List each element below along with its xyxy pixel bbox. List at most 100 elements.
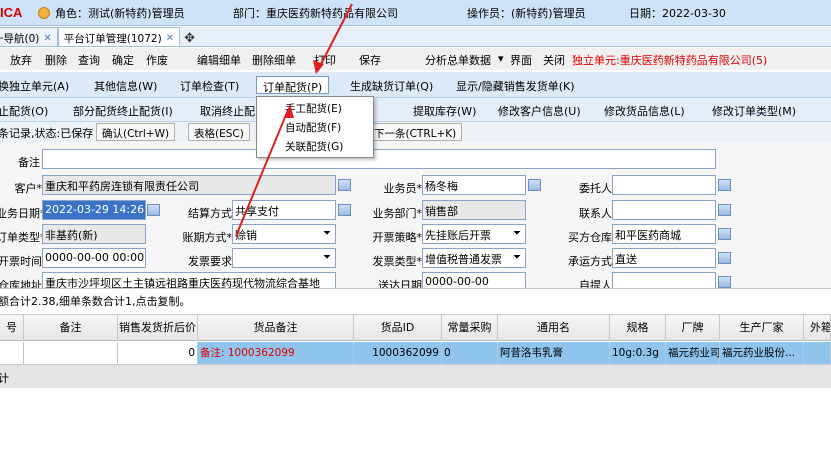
stop-allocate-button[interactable]: 止配货(O)	[0, 103, 48, 119]
generate-shortage-button[interactable]: 生成缺货订单(Q)	[350, 78, 433, 94]
cancel-stop-button[interactable]: 取消终止配	[200, 103, 255, 119]
lookup-icon[interactable]	[718, 204, 731, 216]
pickup-field[interactable]	[612, 272, 716, 288]
whaddr-field[interactable]: 重庆市沙坪坝区土主镇远祖路重庆医药现代物流综合基地	[42, 272, 336, 288]
edit-customer-button[interactable]: 修改客户信息(U)	[498, 103, 581, 119]
row-goods-id-cell[interactable]: 1000362099	[354, 342, 442, 364]
row-outer-box-cell[interactable]	[804, 342, 831, 364]
settle-field[interactable]: 共享支付	[232, 200, 336, 220]
bizdate-label: 业务日期*	[0, 207, 46, 220]
next-record-button[interactable]: 下一条(CTRL+K)	[368, 123, 463, 141]
row-spec-cell[interactable]: 10g:0.3g	[610, 342, 666, 364]
extract-stock-button[interactable]: 提取库存(W)	[413, 103, 476, 119]
col-header-goods-id[interactable]: 货品ID	[354, 315, 442, 341]
discard-button[interactable]: 放弃	[10, 52, 32, 68]
row-brand-cell[interactable]: 福元药业司	[666, 342, 720, 364]
logo: ICA	[0, 5, 23, 20]
tab-platform-order[interactable]: 平台订单管理(1072) ✕	[57, 27, 181, 46]
close-icon[interactable]: ✕	[166, 33, 174, 44]
table-esc-button[interactable]: 表格(ESC)	[188, 123, 250, 141]
row-price-cell[interactable]: 0	[118, 342, 198, 364]
col-header-generic-name[interactable]: 通用名	[498, 315, 610, 341]
chevron-down-icon[interactable]: ▾	[498, 52, 504, 65]
allocate-popup-menu: 手工配货(E) 自动配货(F) 关联配货(G)	[256, 96, 374, 158]
unit-label: 独立单元:重庆医药新特药品有限公司(5)	[572, 54, 768, 67]
col-header-no[interactable]: 号	[0, 315, 24, 341]
void-button[interactable]: 作废	[146, 52, 168, 68]
lookup-icon[interactable]	[718, 228, 731, 240]
summary-text[interactable]: 额合计2.38,细单条数合计1,点击复制。	[0, 295, 190, 308]
confirm-button[interactable]: 确定	[112, 52, 134, 68]
delete-detail-button[interactable]: 删除细单	[252, 52, 296, 68]
table-row[interactable]: 0 备注: 1000362099 1000362099 0 阿昔洛韦乳膏 10g…	[0, 342, 831, 364]
entrust-field[interactable]	[612, 175, 716, 195]
calendar-icon[interactable]	[147, 204, 160, 216]
col-header-goods-remark[interactable]: 货品备注	[198, 315, 354, 341]
col-header-spec[interactable]: 规格	[610, 315, 666, 341]
dropdown-arrow-icon[interactable]: ⏷	[320, 250, 334, 266]
save-button[interactable]: 保存	[359, 52, 381, 68]
order-check-button[interactable]: 订单检查(T)	[180, 78, 239, 94]
analyze-button[interactable]: 分析总单数据	[425, 52, 491, 68]
col-header-brand[interactable]: 厂牌	[666, 315, 720, 341]
transport-field[interactable]: 直送	[612, 248, 716, 268]
tab-navigation[interactable]: 一导航(0) ✕	[0, 27, 58, 46]
col-header-outer-box[interactable]: 外箱	[804, 315, 831, 341]
close-button[interactable]: 关闭	[543, 52, 565, 68]
toggle-delivery-button[interactable]: 显示/隐藏销售发货单(K)	[456, 78, 575, 94]
bizdept-label: 业务部门*	[372, 207, 423, 220]
add-tab-icon[interactable]: ✥	[184, 31, 195, 46]
col-header-remark[interactable]: 备注	[24, 315, 118, 341]
row-remark-cell[interactable]	[24, 342, 118, 364]
dropdown-arrow-icon[interactable]: ⏷	[510, 250, 524, 266]
partial-stop-button[interactable]: 部分配货终止配货(I)	[73, 103, 173, 119]
buyerwh-field[interactable]: 和平医药商城	[612, 224, 716, 244]
edit-order-type-button[interactable]: 修改订单类型(M)	[712, 103, 796, 119]
secondary-toolbar: 止配货(O) 部分配货终止配货(I) 取消终止配 提取库存(W) 修改客户信息(…	[0, 98, 831, 122]
title-bar: ICA 角色：测试(新特药)管理员 部门：重庆医药新特药品有限公司 操作员：(新…	[0, 0, 831, 26]
customer-field[interactable]: 重庆和平药房连锁有限责任公司	[42, 175, 336, 195]
row-goods-remark-cell[interactable]: 备注: 1000362099	[198, 342, 354, 364]
remark-field[interactable]	[42, 149, 716, 169]
edit-goods-button[interactable]: 修改货品信息(L)	[604, 103, 685, 119]
lookup-icon[interactable]	[718, 179, 731, 191]
row-maker-cell[interactable]: 福元药业股份...	[720, 342, 804, 364]
arrival-field[interactable]: 0000-00-00	[422, 272, 526, 288]
transport-label: 承运方式	[568, 255, 612, 268]
lookup-icon[interactable]	[718, 252, 731, 264]
col-header-maker[interactable]: 生产厂家	[720, 315, 804, 341]
edit-detail-button[interactable]: 编辑细单	[197, 52, 241, 68]
switch-unit-button[interactable]: 换独立单元(A)	[0, 78, 69, 94]
bizdate-field[interactable]: 2022-03-29 14:26:13	[42, 200, 146, 220]
invtime-field[interactable]: 0000-00-00 00:00:00	[42, 248, 146, 268]
contact-field[interactable]	[612, 200, 716, 220]
delete-button[interactable]: 删除	[45, 52, 67, 68]
menu-item-manual-allocate[interactable]: 手工配货(E)	[257, 100, 373, 118]
interface-button[interactable]: 界面	[510, 52, 532, 68]
col-header-purchase[interactable]: 常量采购	[442, 315, 498, 341]
salesman-field[interactable]: 杨冬梅	[422, 175, 526, 195]
dropdown-arrow-icon[interactable]: ⏷	[510, 226, 524, 242]
bizdept-field[interactable]: 销售部	[422, 200, 526, 220]
close-icon[interactable]: ✕	[43, 33, 51, 44]
dropdown-arrow-icon[interactable]: ⏷	[320, 226, 334, 242]
lookup-icon[interactable]	[338, 179, 351, 191]
menu-item-auto-allocate[interactable]: 自动配货(F)	[257, 119, 373, 137]
dept-label: 部门：重庆医药新特药品有限公司	[233, 6, 398, 20]
print-button[interactable]: 打印	[314, 52, 336, 68]
whaddr-label: 仓库地址	[0, 279, 42, 288]
confirm-ctrl-w-button[interactable]: 确认(Ctrl+W)	[96, 123, 176, 141]
lookup-icon[interactable]	[338, 204, 351, 216]
lookup-icon[interactable]	[718, 276, 731, 288]
row-generic-name-cell[interactable]: 阿昔洛韦乳膏	[498, 342, 610, 364]
menu-item-linked-allocate[interactable]: 关联配货(G)	[257, 138, 373, 156]
order-allocate-button[interactable]: 订单配货(P)	[256, 76, 330, 94]
row-purchase-cell[interactable]: 0	[442, 342, 498, 364]
lookup-icon[interactable]	[528, 179, 541, 191]
summary-status[interactable]: 额合计2.38,细单条数合计1,点击复制。	[0, 288, 831, 314]
ordertype-field[interactable]: 非基药(新)	[42, 224, 146, 244]
other-info-button[interactable]: 其他信息(W)	[94, 78, 157, 94]
query-button[interactable]: 查询	[78, 52, 100, 68]
settle-label: 结算方式	[188, 207, 232, 220]
col-header-price[interactable]: 销售发货折后价	[118, 315, 198, 341]
